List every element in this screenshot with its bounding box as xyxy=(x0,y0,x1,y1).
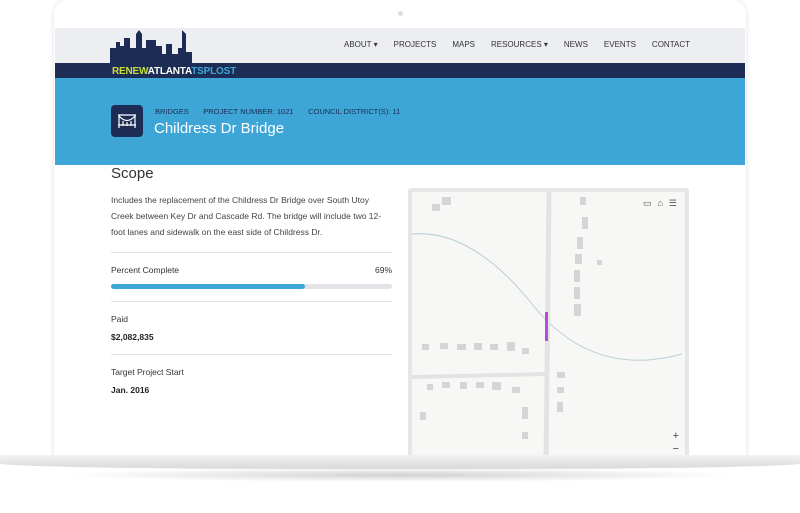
logo-renew: RENEW xyxy=(112,66,148,77)
zoom-in-button[interactable]: + xyxy=(673,430,679,443)
zoom-controls: + − xyxy=(673,430,679,456)
nav-projects[interactable]: PROJECTS xyxy=(394,40,437,49)
bridge-highlight[interactable] xyxy=(545,312,548,341)
project-details: Scope Includes the replacement of the Ch… xyxy=(111,165,392,395)
laptop-frame: RENEWATLANTATSPLOST ABOUT ▾ PROJECTS MAP… xyxy=(54,0,746,462)
main-menu: ABOUT ▾ PROJECTS MAPS RESOURCES ▾ NEWS E… xyxy=(344,40,690,49)
home-icon[interactable]: ⌂ xyxy=(657,198,662,209)
project-meta: BRIDGES · PROJECT NUMBER: 1021 · COUNCIL D… xyxy=(155,107,401,116)
paid-label: Paid xyxy=(111,314,129,324)
nav-about[interactable]: ABOUT ▾ xyxy=(344,40,378,49)
nav-news[interactable]: NEWS xyxy=(564,40,588,49)
camera xyxy=(398,11,403,16)
paid-value: $2,082,835 xyxy=(111,332,154,342)
progress-bar xyxy=(111,284,392,289)
basemap-icon[interactable]: ▭ xyxy=(643,198,652,209)
project-number: PROJECT NUMBER: 1021 xyxy=(203,107,294,116)
project-map[interactable]: ▭ ⌂ ☰ + − xyxy=(408,188,689,462)
nav-maps[interactable]: MAPS xyxy=(452,40,475,49)
progress-section: Percent Complete 69% xyxy=(111,252,392,289)
skyline-logo-icon xyxy=(110,30,192,64)
nav-contact[interactable]: CONTACT xyxy=(652,40,690,49)
site-header: RENEWATLANTATSPLOST ABOUT ▾ PROJECTS MAP… xyxy=(55,28,745,77)
paid-section: Paid $2,082,835 xyxy=(111,301,392,342)
scope-description: Includes the replacement of the Childres… xyxy=(111,195,382,237)
council-district: COUNCIL DISTRICT(S): 11 xyxy=(308,107,401,116)
start-section: Target Project Start Jan. 2016 xyxy=(111,354,392,395)
nav-resources[interactable]: RESOURCES ▾ xyxy=(491,40,548,49)
laptop-base xyxy=(0,455,800,469)
scope-heading: Scope xyxy=(111,165,154,182)
category[interactable]: BRIDGES xyxy=(155,107,189,116)
start-label: Target Project Start xyxy=(111,367,184,377)
screen: RENEWATLANTATSPLOST ABOUT ▾ PROJECTS MAP… xyxy=(55,28,745,462)
start-value: Jan. 2016 xyxy=(111,385,150,395)
page-title: Childress Dr Bridge xyxy=(154,120,285,137)
logo-tsplost: TSPLOST xyxy=(191,66,236,77)
map-canvas xyxy=(412,192,683,462)
progress-fill xyxy=(111,284,305,289)
progress-label: Percent Complete xyxy=(111,265,180,275)
laptop-shadow xyxy=(60,468,740,482)
project-hero: BRIDGES · PROJECT NUMBER: 1021 · COUNCIL D… xyxy=(55,78,745,165)
logo-text[interactable]: RENEWATLANTATSPLOST xyxy=(112,66,236,77)
legend-list-icon[interactable]: ☰ xyxy=(669,198,677,209)
bridge-icon xyxy=(111,105,143,137)
progress-value: 69% xyxy=(374,265,392,275)
logo-atlanta: ATLANTA xyxy=(147,66,192,77)
nav-events[interactable]: EVENTS xyxy=(604,40,636,49)
